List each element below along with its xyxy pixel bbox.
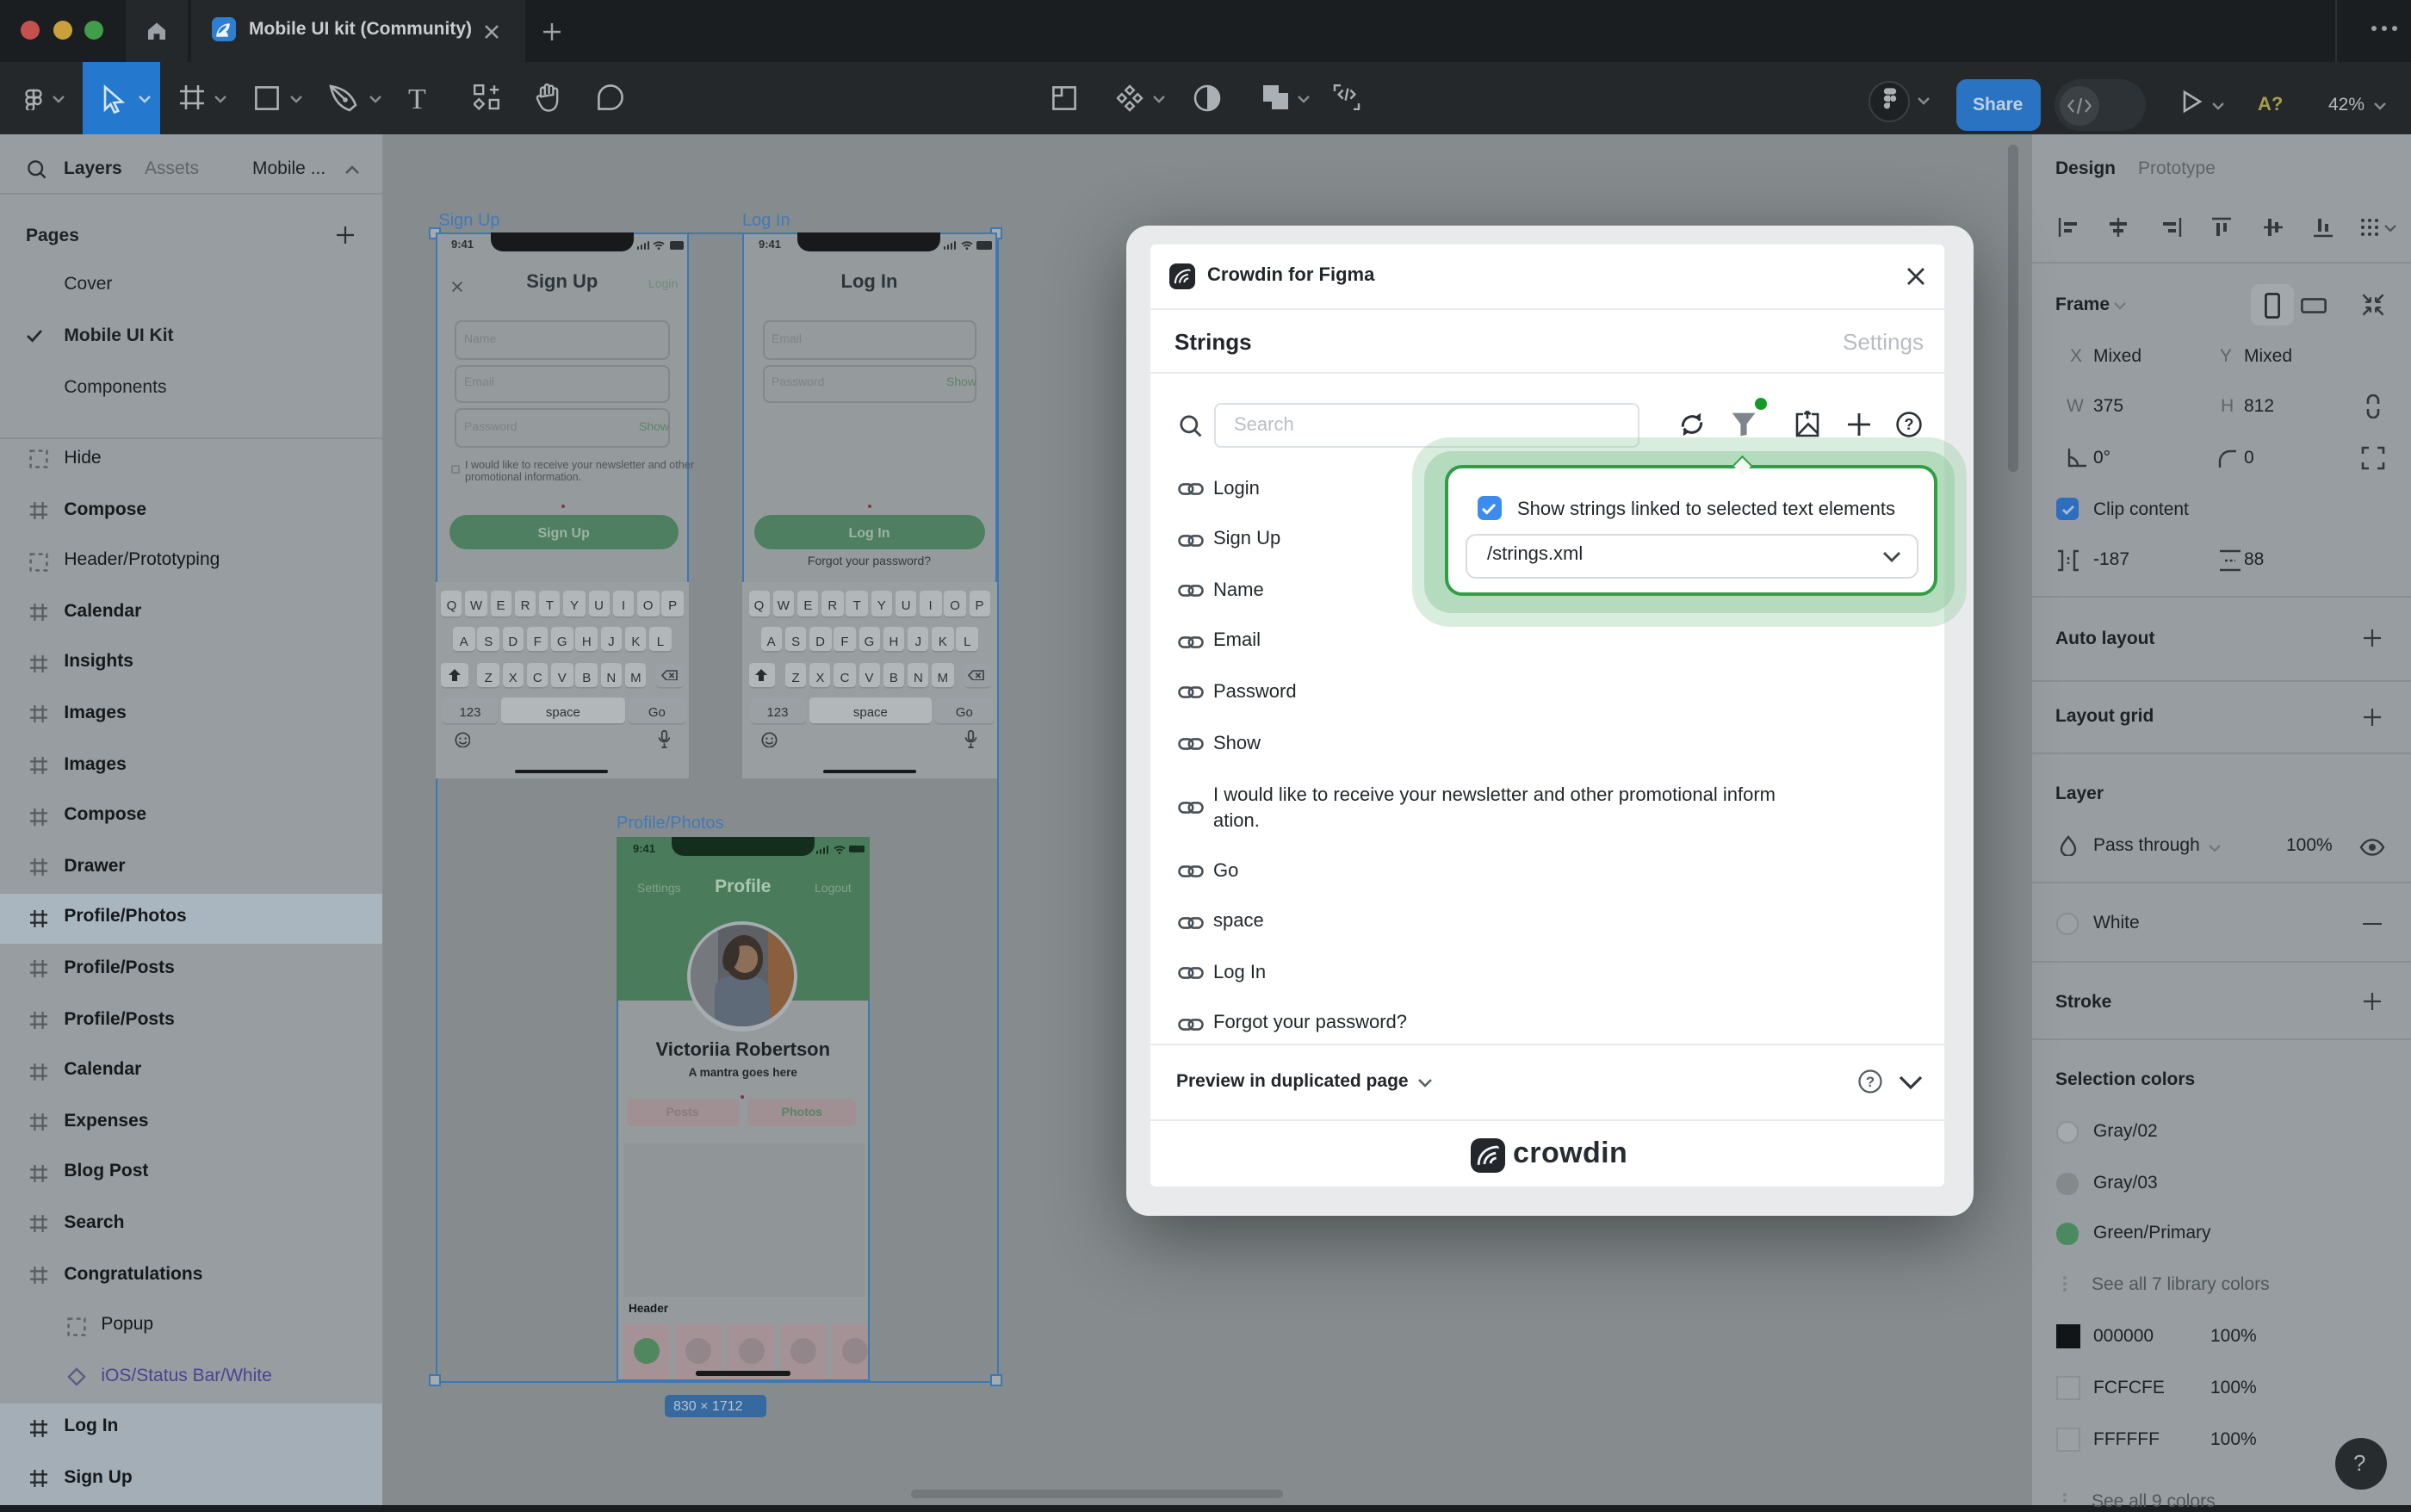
svg-text:?: ? xyxy=(1904,416,1913,433)
svg-text:?: ? xyxy=(1865,1074,1874,1090)
